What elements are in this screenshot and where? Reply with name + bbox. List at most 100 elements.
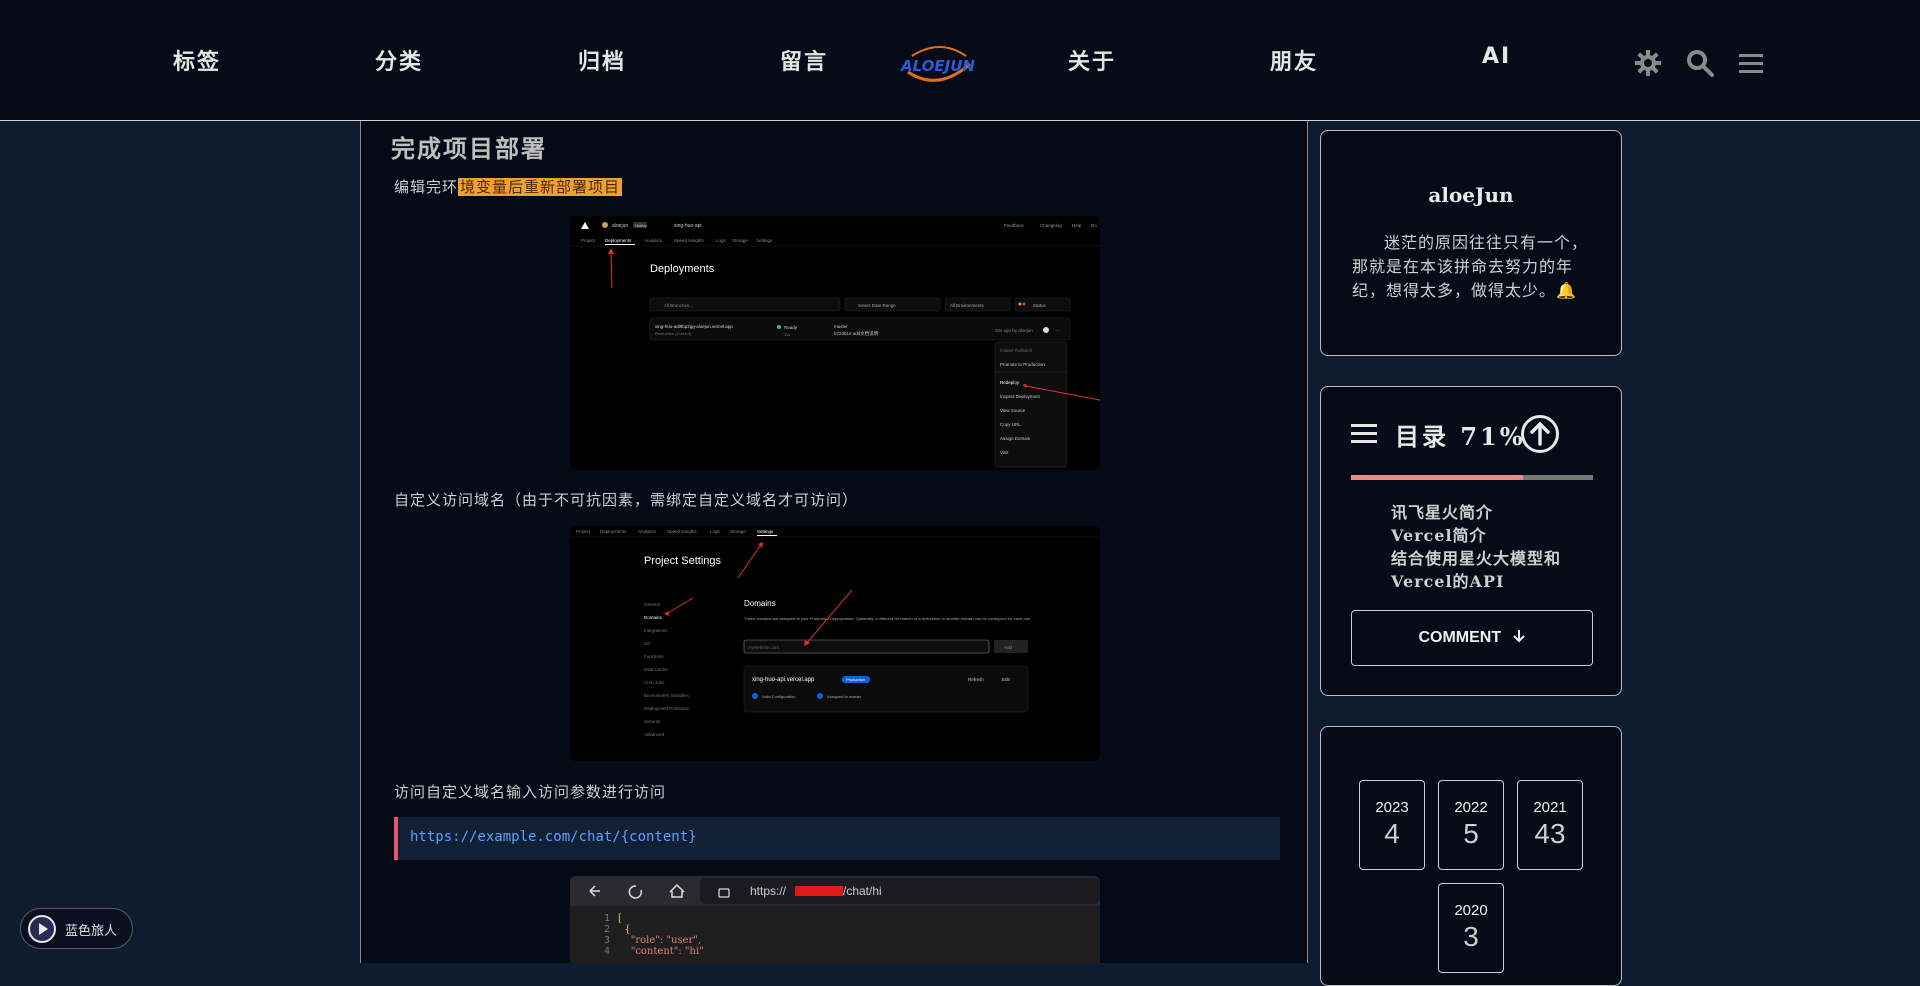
svg-text:Copy URL: Copy URL: [1000, 422, 1021, 427]
music-title: 蓝色旅人: [65, 924, 118, 939]
svg-text:Edit: Edit: [1002, 677, 1011, 682]
svg-text:b723b1e add文档说明: b723b1e add文档说明: [834, 330, 879, 337]
paragraph-redeploy: 编辑完环 境变量后重新部署项目: [394, 178, 623, 196]
svg-text:mywebsite.com: mywebsite.com: [748, 645, 779, 650]
svg-text:4: 4: [604, 946, 610, 957]
svg-text:Redeploy: Redeploy: [1000, 380, 1020, 385]
nav-friends[interactable]: 朋友: [1270, 44, 1318, 76]
svg-text:Add: Add: [1004, 645, 1013, 650]
svg-text:Storage: Storage: [730, 529, 746, 534]
svg-text:xing-huo-adl9bp2gg-aloejun.ver: xing-huo-adl9bp2gg-aloejun.vercel.app: [655, 324, 733, 329]
svg-text:"role": "user",: "role": "user",: [618, 935, 701, 946]
svg-text:Production (Current): Production (Current): [655, 331, 692, 336]
home-icon: [669, 883, 685, 898]
paragraph-custom-domain: 自定义访问域名（由于不可抗因素，需绑定自定义域名才可访问）: [394, 491, 859, 509]
nav-ai[interactable]: AI: [1482, 44, 1511, 69]
svg-text:Domains: Domains: [644, 615, 663, 620]
svg-text:Changelog: Changelog: [1040, 223, 1062, 228]
highlighted-text: 境变量后重新部署项目: [458, 178, 623, 196]
svg-text:Project: Project: [576, 529, 591, 534]
search-icon[interactable]: [1685, 48, 1715, 78]
paragraph-visit-domain: 访问自定义域名输入访问参数进行访问: [394, 783, 667, 801]
svg-text:Refresh: Refresh: [968, 677, 984, 682]
svg-text:Production: Production: [846, 677, 865, 682]
svg-text:Project: Project: [581, 238, 596, 243]
music-player[interactable]: 蓝色旅人: [20, 908, 133, 949]
svg-text:Promote to Production: Promote to Production: [1000, 362, 1045, 367]
svg-text:All Environments: All Environments: [950, 303, 985, 308]
toc-card: 目录 71% 讯飞星火简介 Vercel简介 结合使用星火大模型和 Vercel…: [1320, 386, 1622, 696]
deployments-screenshot: aloejun Hobby xing-huo-api Feedback Chan…: [570, 216, 1100, 470]
comment-button[interactable]: COMMENT: [1351, 610, 1593, 666]
menu-icon[interactable]: [1736, 48, 1766, 78]
svg-text:Assign Domain: Assign Domain: [1000, 436, 1031, 441]
nav-about[interactable]: 关于: [1068, 44, 1116, 76]
svg-text:Deployment Protection: Deployment Protection: [644, 706, 690, 711]
svg-text:Analytics: Analytics: [644, 238, 663, 243]
toc-item[interactable]: 讯飞星火简介: [1391, 501, 1493, 524]
svg-text:"content": "hi": "content": "hi": [618, 946, 704, 957]
svg-text:Ready: Ready: [784, 325, 798, 330]
code-url[interactable]: https://example.com/chat/{content}: [410, 829, 697, 845]
archive-year[interactable]: 2023 4: [1359, 780, 1425, 870]
svg-text:All Branches...: All Branches...: [664, 303, 693, 308]
svg-text:Git: Git: [644, 641, 651, 646]
toc-item[interactable]: Vercel的API: [1391, 570, 1505, 593]
list-icon: [1351, 424, 1377, 443]
svg-text:Visit: Visit: [1000, 450, 1009, 455]
archive-card: 2023 4 2022 5 2021 43 2020 3: [1320, 726, 1622, 986]
svg-text:xing-huo-api: xing-huo-api: [674, 223, 702, 229]
svg-text:{: {: [618, 924, 631, 935]
svg-text:Assigned to master: Assigned to master: [827, 694, 862, 699]
svg-text:Status: Status: [1033, 303, 1047, 308]
nav-tags[interactable]: 标签: [173, 44, 221, 76]
svg-text:Deployments: Deployments: [650, 263, 715, 275]
archive-year[interactable]: 2021 43: [1517, 780, 1583, 870]
svg-text:Analytics: Analytics: [638, 529, 657, 534]
svg-text:Do: Do: [1091, 223, 1097, 228]
svg-text:Settings: Settings: [756, 238, 773, 243]
nav-archives[interactable]: 归档: [578, 44, 626, 76]
svg-text:1: 1: [604, 913, 610, 924]
svg-text:Domains: Domains: [744, 599, 776, 608]
reading-progress: [1351, 475, 1593, 480]
archive-year[interactable]: 2022 5: [1438, 780, 1504, 870]
site-logo[interactable]: ALOEJUN: [900, 42, 976, 86]
browser-screenshot: https:// /chat/hi 1 2 3 4 [ { "role": "u…: [570, 876, 1100, 963]
svg-text:Cron Jobs: Cron Jobs: [644, 680, 665, 685]
svg-text:Select Date Range: Select Date Range: [858, 303, 896, 308]
svg-text:Settings: Settings: [757, 529, 774, 534]
svg-text:Speed Insights: Speed Insights: [667, 529, 698, 534]
toc-item[interactable]: Vercel简介: [1391, 524, 1487, 547]
project-settings-screenshot: Project Deployments Analytics Speed Insi…: [570, 526, 1100, 761]
svg-text:General: General: [644, 602, 660, 607]
svg-text:Project Settings: Project Settings: [644, 555, 722, 567]
author-name[interactable]: aloeJun: [1321, 183, 1621, 207]
svg-text:Instant Rollback: Instant Rollback: [1000, 348, 1033, 353]
svg-text:Functions: Functions: [644, 654, 664, 659]
nav-categories[interactable]: 分类: [375, 44, 423, 76]
svg-text:···: ···: [1054, 328, 1060, 334]
svg-text:Valid Configuration: Valid Configuration: [762, 694, 796, 699]
svg-text:/chat/hi: /chat/hi: [843, 884, 882, 898]
svg-text:Logs: Logs: [710, 529, 721, 534]
svg-text:Help: Help: [1072, 223, 1082, 228]
play-icon[interactable]: [27, 914, 57, 944]
author-motto: 迷茫的原因往往只有一个，那就是在本该拼命去努力的年纪，想得太多，做得太少。🔔: [1352, 233, 1589, 300]
scroll-top-icon[interactable]: [1521, 415, 1559, 453]
code-block: https://example.com/chat/{content}: [394, 817, 1280, 860]
svg-text:xing-huo-api.vercel.app: xing-huo-api.vercel.app: [752, 677, 815, 683]
svg-text:Integrations: Integrations: [644, 628, 668, 633]
svg-text:Deployments: Deployments: [605, 238, 632, 243]
reload-icon: [628, 885, 643, 899]
svg-text:Speed Insights: Speed Insights: [674, 238, 705, 243]
svg-text:Logs: Logs: [716, 238, 727, 243]
svg-text:Deployments: Deployments: [600, 529, 627, 534]
svg-text:master: master: [834, 324, 848, 329]
svg-text:Storage: Storage: [732, 238, 748, 243]
svg-text:3: 3: [604, 935, 610, 946]
theme-toggle-icon[interactable]: [1633, 48, 1663, 78]
toc-item[interactable]: 结合使用星火大模型和: [1391, 547, 1561, 570]
nav-messages[interactable]: 留言: [780, 44, 828, 76]
archive-year[interactable]: 2020 3: [1438, 883, 1504, 973]
